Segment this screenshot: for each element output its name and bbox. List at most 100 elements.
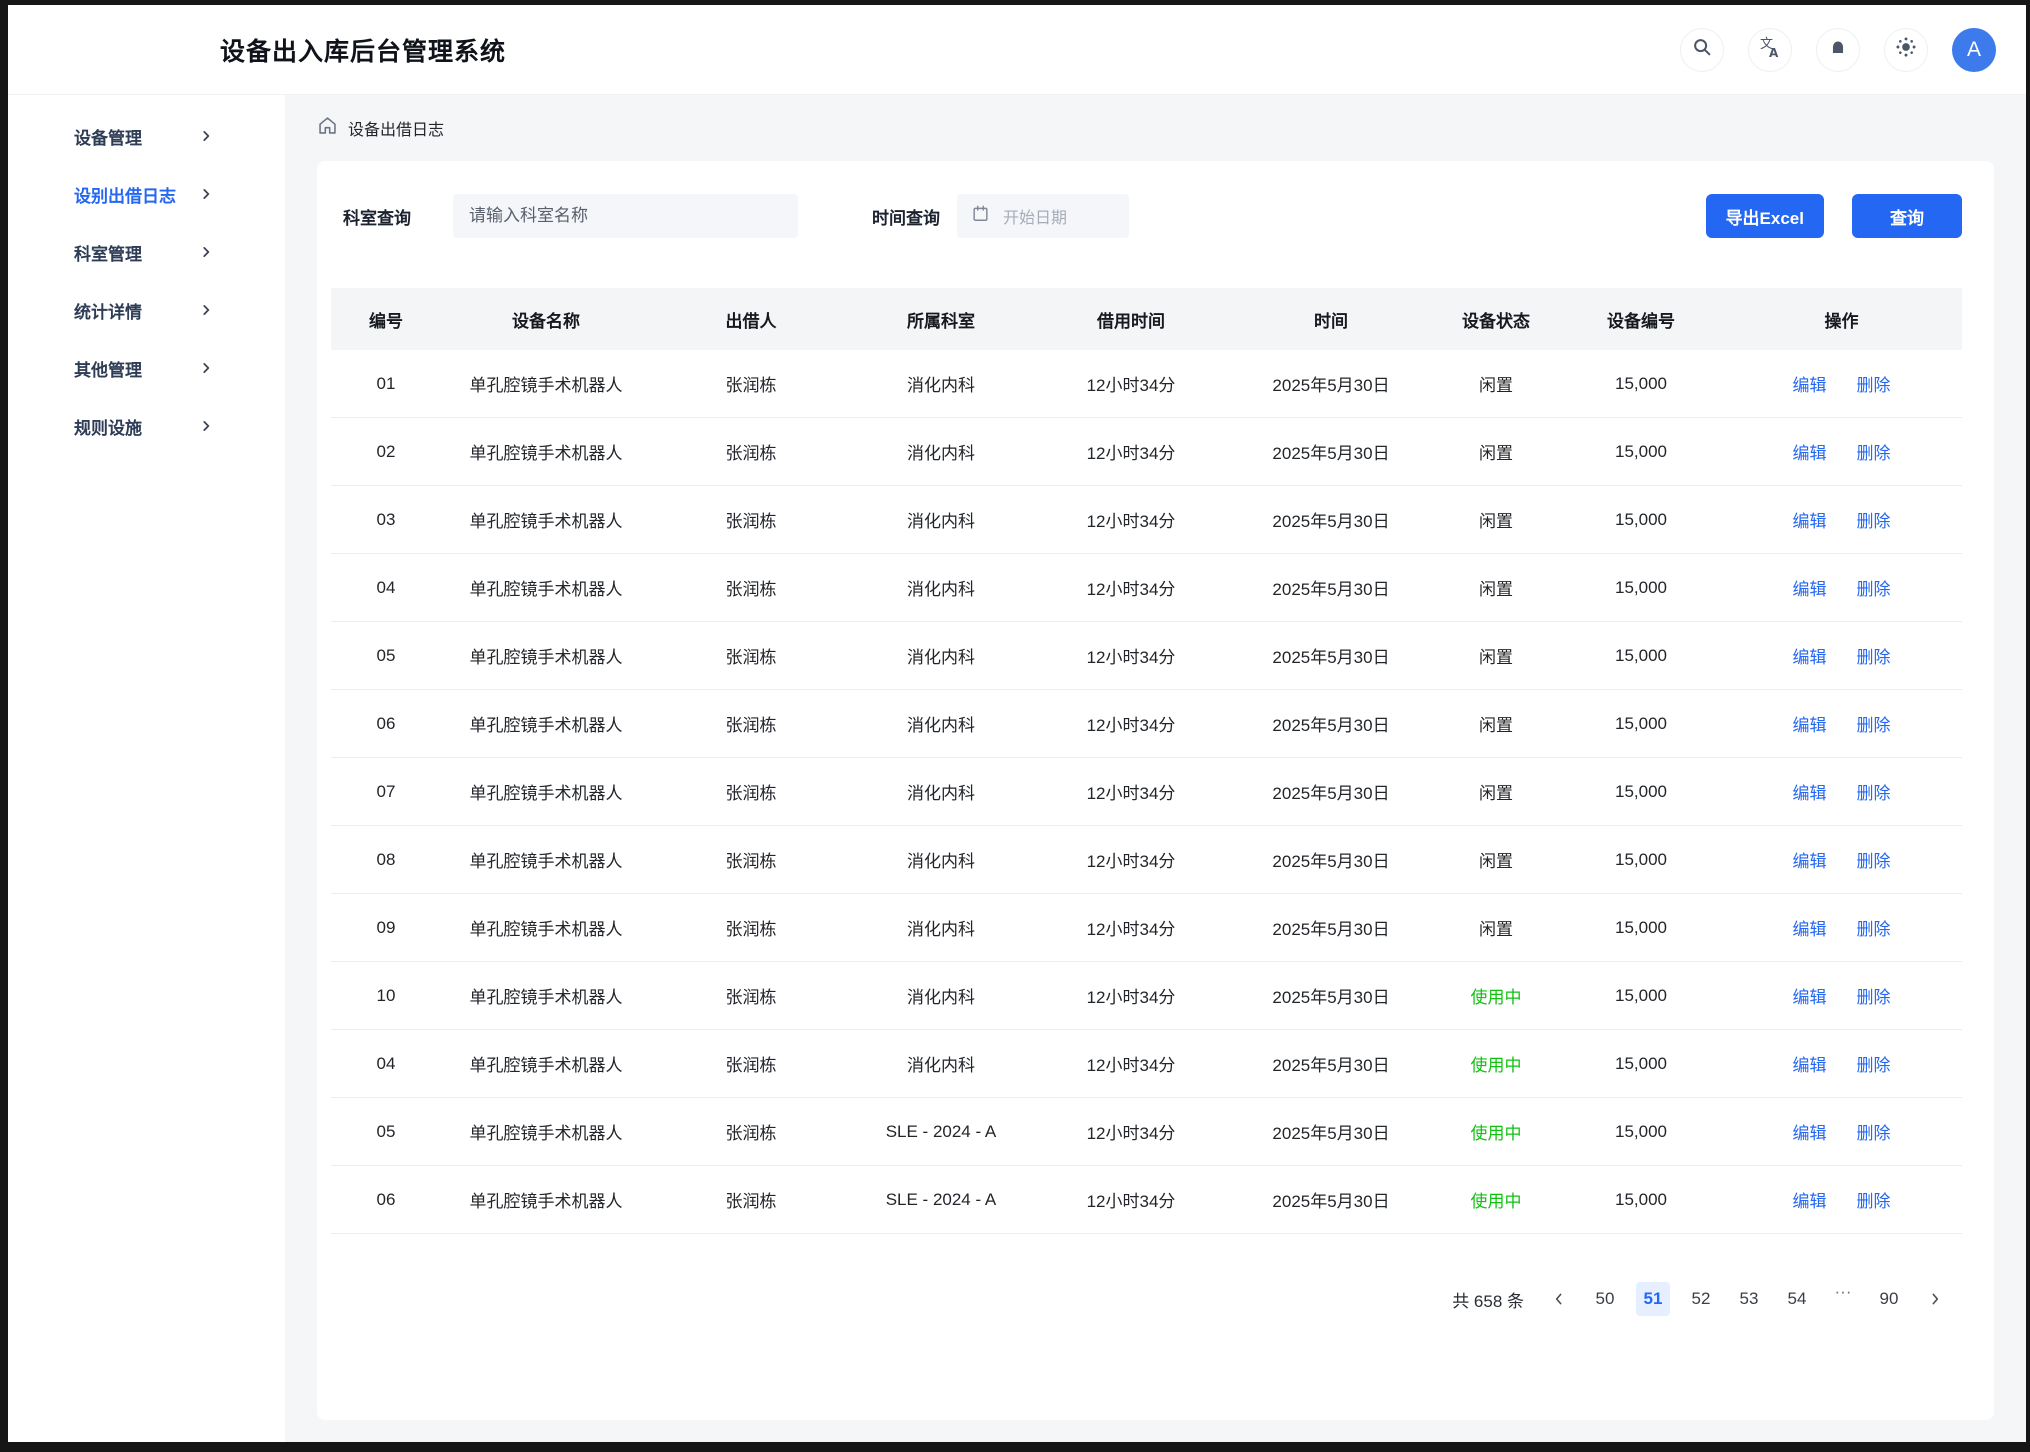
cell-actions: 编辑 删除	[1721, 371, 1962, 396]
edit-link[interactable]: 编辑	[1793, 847, 1827, 872]
delete-link[interactable]: 删除	[1857, 575, 1891, 600]
sidebar-item[interactable]: 科室管理	[8, 223, 285, 281]
cell-dept: SLE - 2024 - A	[851, 1122, 1031, 1142]
delete-link[interactable]: 删除	[1857, 643, 1891, 668]
cell-lender: 张润栋	[651, 575, 851, 600]
cell-name: 单孔腔镜手术机器人	[441, 507, 651, 532]
page-button[interactable]: 50	[1588, 1282, 1622, 1316]
edit-link[interactable]: 编辑	[1793, 1187, 1827, 1212]
edit-link[interactable]: 编辑	[1793, 1119, 1827, 1144]
delete-link[interactable]: 删除	[1857, 371, 1891, 396]
cell-date: 2025年5月30日	[1231, 643, 1431, 668]
edit-link[interactable]: 编辑	[1793, 1051, 1827, 1076]
edit-link[interactable]: 编辑	[1793, 643, 1827, 668]
theme-button[interactable]	[1884, 28, 1928, 72]
page-button[interactable]: 52	[1684, 1282, 1718, 1316]
sidebar-item[interactable]: 统计详情	[8, 281, 285, 339]
cell-name: 单孔腔镜手术机器人	[441, 1119, 651, 1144]
app-title: 设备出入库后台管理系统	[220, 32, 506, 68]
cell-name: 单孔腔镜手术机器人	[441, 575, 651, 600]
query-button[interactable]: 查询	[1852, 194, 1962, 238]
sidebar-item[interactable]: 其他管理	[8, 339, 285, 397]
cell-code: 15,000	[1561, 442, 1721, 462]
edit-link[interactable]: 编辑	[1793, 983, 1827, 1008]
page-button[interactable]: 54	[1780, 1282, 1814, 1316]
delete-link[interactable]: 删除	[1857, 983, 1891, 1008]
sidebar-item-label: 其他管理	[74, 356, 142, 381]
export-excel-button[interactable]: 导出Excel	[1706, 194, 1824, 238]
cell-dept: 消化内科	[851, 779, 1031, 804]
cell-name: 单孔腔镜手术机器人	[441, 439, 651, 464]
cell-code: 15,000	[1561, 1054, 1721, 1074]
dept-search-input[interactable]	[453, 194, 798, 238]
cell-date: 2025年5月30日	[1231, 847, 1431, 872]
cell-id: 02	[331, 442, 441, 462]
cell-actions: 编辑 删除	[1721, 439, 1962, 464]
sidebar-item[interactable]: 设备管理	[8, 107, 285, 165]
cell-actions: 编辑 删除	[1721, 1119, 1962, 1144]
table-row: 03单孔腔镜手术机器人张润栋消化内科12小时34分2025年5月30日闲置15,…	[331, 486, 1962, 554]
search-button[interactable]	[1680, 28, 1724, 72]
cell-dept: 消化内科	[851, 1051, 1031, 1076]
language-button[interactable]: 文 A	[1748, 28, 1792, 72]
top-bar-actions: 文 A	[1680, 28, 1996, 72]
sidebar-item-label: 设备管理	[74, 124, 142, 149]
pagination: 共 658 条 5051525354···90	[317, 1282, 1950, 1316]
edit-link[interactable]: 编辑	[1793, 915, 1827, 940]
cell-status: 闲置	[1431, 439, 1561, 464]
notifications-button[interactable]	[1816, 28, 1860, 72]
cell-id: 09	[331, 918, 441, 938]
cell-duration: 12小时34分	[1031, 439, 1231, 464]
filter-row: 科室查询 时间查询 开始日期 导出Excel	[317, 194, 1994, 238]
delete-link[interactable]: 删除	[1857, 847, 1891, 872]
delete-link[interactable]: 删除	[1857, 1119, 1891, 1144]
cell-status: 闲置	[1431, 507, 1561, 532]
table-row: 01单孔腔镜手术机器人张润栋消化内科12小时34分2025年5月30日闲置15,…	[331, 350, 1962, 418]
cell-status: 闲置	[1431, 779, 1561, 804]
edit-link[interactable]: 编辑	[1793, 711, 1827, 736]
sidebar-item[interactable]: 设别出借日志	[8, 165, 285, 223]
delete-link[interactable]: 删除	[1857, 915, 1891, 940]
delete-link[interactable]: 删除	[1857, 1187, 1891, 1212]
avatar[interactable]: A	[1952, 28, 1996, 72]
delete-link[interactable]: 删除	[1857, 779, 1891, 804]
start-date-picker[interactable]: 开始日期	[957, 194, 1129, 238]
cell-actions: 编辑 删除	[1721, 1051, 1962, 1076]
delete-link[interactable]: 删除	[1857, 711, 1891, 736]
table-row: 05单孔腔镜手术机器人张润栋SLE - 2024 - A12小时34分2025年…	[331, 1098, 1962, 1166]
next-page-button[interactable]	[1920, 1282, 1950, 1316]
main-area: 设备管理设别出借日志科室管理统计详情其他管理规则设施 设备出借日志 科室查询 时…	[8, 95, 2026, 1442]
chevron-right-icon	[1927, 1291, 1943, 1307]
cell-status: 闲置	[1431, 371, 1561, 396]
cell-date: 2025年5月30日	[1231, 507, 1431, 532]
prev-page-button[interactable]	[1544, 1282, 1574, 1316]
edit-link[interactable]: 编辑	[1793, 575, 1827, 600]
translate-icon: 文 A	[1758, 35, 1782, 64]
notification-bell-icon	[1827, 36, 1849, 63]
cell-code: 15,000	[1561, 782, 1721, 802]
cell-lender: 张润栋	[651, 371, 851, 396]
filter-buttons: 导出Excel 查询	[1706, 194, 1962, 238]
cell-duration: 12小时34分	[1031, 847, 1231, 872]
page-button[interactable]: 90	[1872, 1282, 1906, 1316]
table-body: 01单孔腔镜手术机器人张润栋消化内科12小时34分2025年5月30日闲置15,…	[331, 350, 1962, 1234]
cell-code: 15,000	[1561, 714, 1721, 734]
page-button[interactable]: 53	[1732, 1282, 1766, 1316]
cell-id: 04	[331, 1054, 441, 1074]
edit-link[interactable]: 编辑	[1793, 371, 1827, 396]
cell-status: 使用中	[1431, 1051, 1561, 1076]
cell-lender: 张润栋	[651, 1187, 851, 1212]
column-header: 时间	[1231, 307, 1431, 332]
edit-link[interactable]: 编辑	[1793, 779, 1827, 804]
sidebar-item[interactable]: 规则设施	[8, 397, 285, 455]
edit-link[interactable]: 编辑	[1793, 507, 1827, 532]
table-row: 07单孔腔镜手术机器人张润栋消化内科12小时34分2025年5月30日闲置15,…	[331, 758, 1962, 826]
cell-name: 单孔腔镜手术机器人	[441, 1187, 651, 1212]
cell-dept: 消化内科	[851, 711, 1031, 736]
edit-link[interactable]: 编辑	[1793, 439, 1827, 464]
delete-link[interactable]: 删除	[1857, 1051, 1891, 1076]
cell-date: 2025年5月30日	[1231, 371, 1431, 396]
delete-link[interactable]: 删除	[1857, 507, 1891, 532]
delete-link[interactable]: 删除	[1857, 439, 1891, 464]
page-button[interactable]: 51	[1636, 1282, 1670, 1316]
